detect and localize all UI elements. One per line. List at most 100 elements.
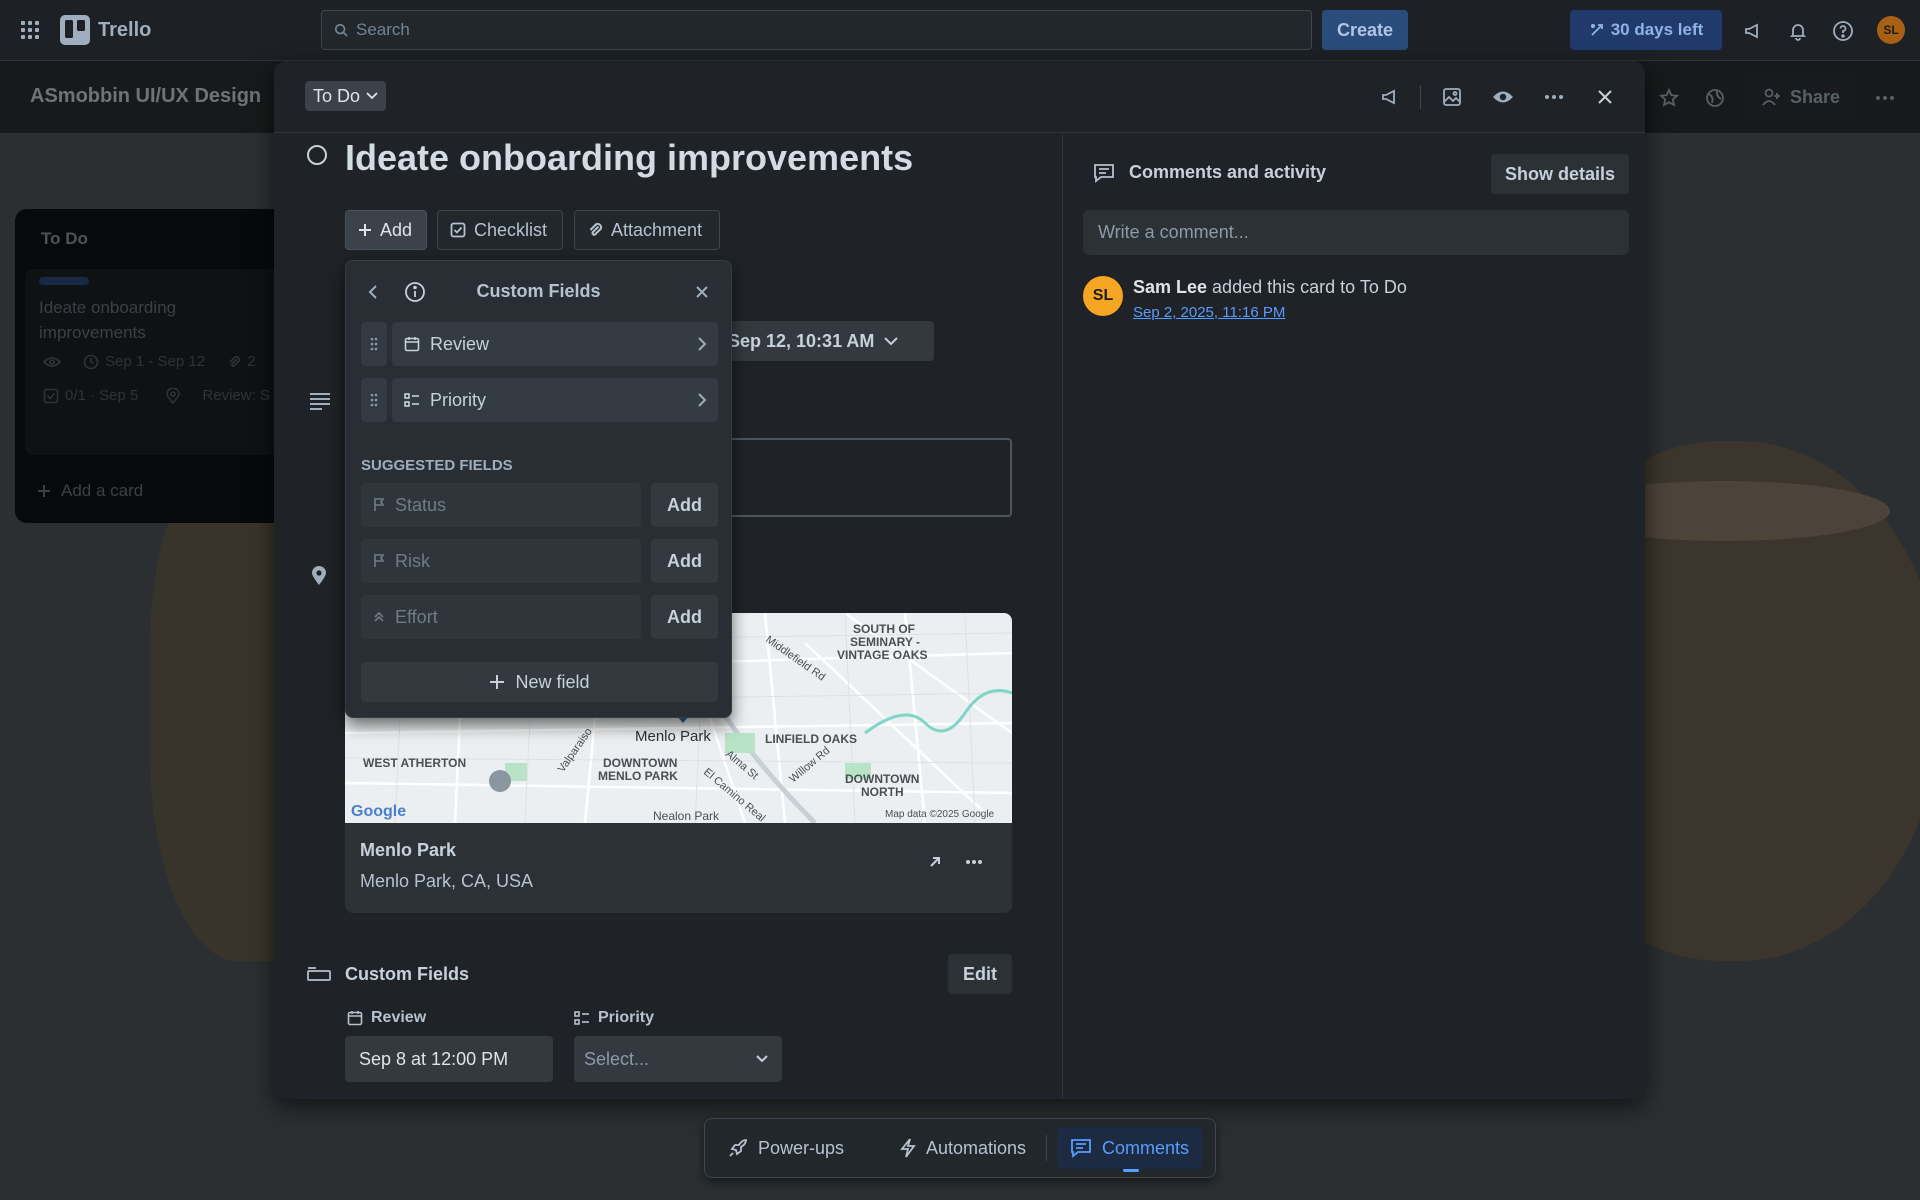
trello-logo[interactable]: Trello	[60, 14, 151, 46]
comment-icon	[1094, 163, 1114, 183]
trial-days-button[interactable]: 30 days left	[1570, 10, 1722, 50]
plus-icon	[490, 675, 505, 689]
help-icon[interactable]	[1830, 18, 1856, 44]
add-label: Add	[380, 219, 413, 240]
top-navigation-bar: Trello Search Create 30 days left SL	[0, 0, 1920, 61]
suggested-field-status: Status	[361, 483, 641, 527]
calendar-icon	[404, 337, 420, 352]
custom-fields-popover: Custom Fields Review Priority SUGGESTED …	[345, 260, 732, 718]
activity-action: added this card to To Do	[1207, 277, 1407, 297]
cover-image-icon[interactable]	[1436, 81, 1468, 113]
custom-field-review: Review	[361, 322, 718, 366]
user-avatar[interactable]: SL	[1877, 16, 1905, 44]
chevron-down-icon	[366, 92, 378, 100]
map-label: Nealon Park	[653, 809, 720, 823]
app-switcher-icon[interactable]	[16, 16, 44, 44]
complete-checkbox[interactable]	[307, 145, 327, 165]
map-label: LINFIELD OAKS	[765, 732, 857, 746]
plus-icon	[359, 224, 371, 236]
automations-button[interactable]: Automations	[887, 1127, 1039, 1169]
trello-logo-icon	[60, 15, 90, 45]
popover-title: Custom Fields	[476, 281, 601, 301]
map-label: WEST ATHERTON	[363, 756, 466, 770]
checklist-label: Checklist	[474, 219, 548, 240]
open-external-icon[interactable]	[928, 855, 942, 869]
comments-button[interactable]: Comments	[1057, 1127, 1203, 1169]
megaphone-icon[interactable]	[1740, 18, 1766, 44]
list-status-dropdown[interactable]: To Do	[305, 81, 387, 111]
custom-field-priority: Priority	[361, 378, 718, 422]
new-field-button[interactable]: New field	[361, 662, 718, 702]
due-date-button[interactable]: Sep 12, 10:31 AM	[714, 321, 934, 361]
attachment-icon	[589, 222, 603, 236]
custom-field-review-button[interactable]: Review	[392, 322, 718, 366]
activity-timestamp[interactable]: Sep 2, 2025, 11:16 PM	[1133, 304, 1285, 321]
attachment-label: Attachment	[611, 219, 703, 240]
map-label: Menlo Park	[635, 728, 711, 745]
bottom-dock: Power-ups Automations Comments	[704, 1118, 1216, 1178]
map-label: MENLO PARK	[598, 769, 678, 783]
app-name: Trello	[98, 18, 152, 41]
attachment-button[interactable]: Attachment	[574, 210, 720, 250]
due-date-value: Sep 12, 10:31 AM	[728, 330, 875, 351]
lightning-icon	[900, 1138, 916, 1158]
activity-panel: Comments and activity Show details Write…	[1062, 133, 1645, 1099]
power-ups-button[interactable]: Power-ups	[715, 1127, 857, 1169]
review-date-value[interactable]: Sep 8 at 12:00 PM	[345, 1036, 553, 1082]
activity-user[interactable]: Sam Lee	[1133, 277, 1207, 297]
location-name: Menlo Park	[360, 840, 457, 860]
avatar[interactable]: SL	[1083, 276, 1123, 316]
map-label: DOWNTOWN	[603, 756, 677, 770]
location-pin-icon	[311, 566, 327, 586]
card-title-heading[interactable]: Ideate onboarding improvements	[345, 137, 913, 179]
add-status-field-button[interactable]: Add	[651, 483, 718, 527]
close-icon[interactable]	[1589, 81, 1621, 113]
watch-eye-icon[interactable]	[1487, 81, 1519, 113]
location-more-icon[interactable]	[965, 859, 983, 865]
chevron-down-icon	[756, 1055, 768, 1063]
description-icon	[309, 392, 331, 410]
priority-select[interactable]: Select...	[574, 1036, 782, 1082]
header-divider	[1420, 85, 1421, 109]
flag-icon	[374, 554, 385, 567]
create-button[interactable]: Create	[1322, 10, 1408, 50]
card-detail-modal: To Do Ideate onboarding improvements Add…	[274, 61, 1645, 1099]
active-tab-indicator	[1123, 1169, 1139, 1172]
add-effort-field-button[interactable]: Add	[651, 595, 718, 639]
search-input[interactable]: Search	[321, 10, 1312, 50]
comment-input[interactable]: Write a comment...	[1083, 210, 1629, 255]
add-button[interactable]: Add	[345, 210, 427, 250]
dock-divider	[1046, 1135, 1047, 1161]
double-chevron-up-icon	[374, 611, 384, 622]
location-info: Menlo Park Menlo Park, CA, USA	[345, 823, 1012, 913]
checklist-button[interactable]: Checklist	[437, 210, 563, 250]
add-risk-field-button[interactable]: Add	[651, 539, 718, 583]
show-details-button[interactable]: Show details	[1491, 154, 1629, 194]
close-icon[interactable]	[695, 285, 709, 299]
map-label: SEMINARY -	[850, 635, 920, 649]
notifications-bell-icon[interactable]	[1785, 18, 1811, 44]
search-icon	[334, 23, 348, 37]
map-attribution: Map data ©2025 Google	[885, 809, 995, 820]
priority-field-label: Priority	[574, 1009, 654, 1027]
google-logo: Google	[351, 803, 406, 820]
comment-placeholder: Write a comment...	[1098, 222, 1249, 242]
map-label: VINTAGE OAKS	[837, 648, 927, 662]
checklist-icon	[450, 222, 466, 238]
search-placeholder: Search	[356, 20, 410, 39]
custom-field-priority-button[interactable]: Priority	[392, 378, 718, 422]
review-field-label: Review	[347, 1009, 426, 1027]
chevron-right-icon	[698, 337, 706, 351]
drag-handle-icon[interactable]	[361, 322, 387, 366]
custom-fields-title: Custom Fields	[345, 964, 470, 984]
chevron-right-icon	[698, 393, 706, 407]
more-options-icon[interactable]	[1538, 81, 1570, 113]
trial-label: 30 days left	[1610, 20, 1704, 39]
megaphone-icon[interactable]	[1374, 81, 1406, 113]
edit-custom-fields-button[interactable]: Edit	[948, 954, 1012, 994]
drag-handle-icon[interactable]	[361, 378, 387, 422]
priority-list-icon	[404, 393, 419, 407]
flag-icon	[374, 498, 385, 511]
rocket-icon	[729, 1139, 747, 1157]
sparkle-icon	[1590, 23, 1603, 36]
